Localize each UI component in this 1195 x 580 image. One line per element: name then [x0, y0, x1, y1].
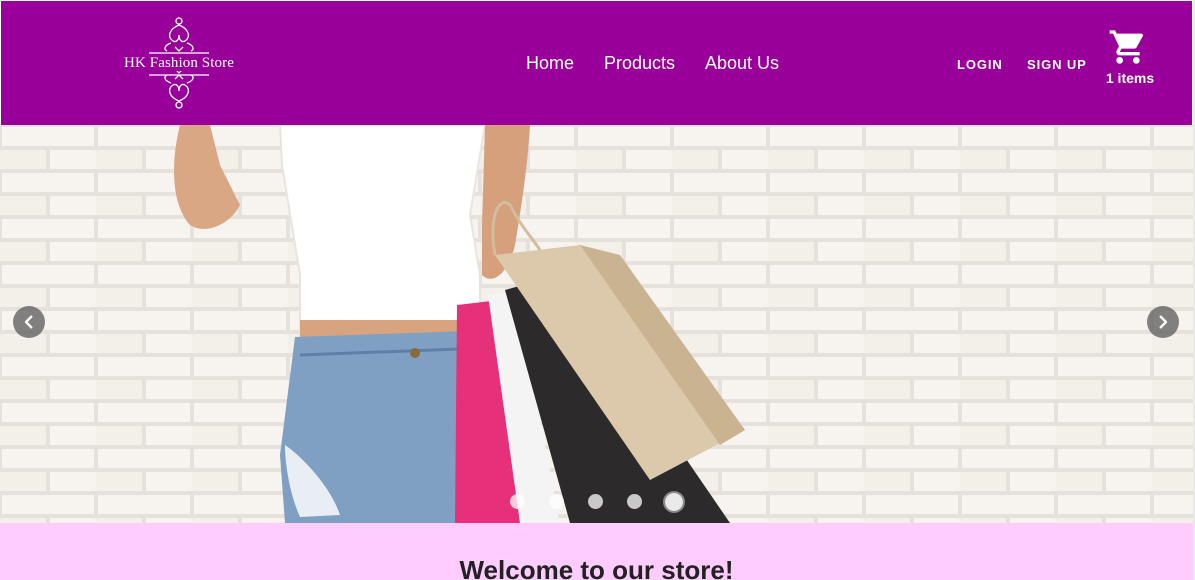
cart-count: 1 items — [1105, 70, 1155, 86]
carousel-dot-active[interactable] — [665, 493, 683, 511]
site-header: HK Fashion Store Home Products About Us … — [1, 1, 1192, 125]
login-button[interactable]: LOGIN — [957, 57, 1003, 72]
chevron-right-icon — [1159, 315, 1168, 329]
nav-about-us[interactable]: About Us — [705, 53, 779, 74]
welcome-section: Welcome to our store! — [0, 523, 1195, 580]
carousel-dot[interactable] — [549, 494, 564, 509]
welcome-title: Welcome to our store! — [459, 555, 734, 580]
carousel-prev-button[interactable] — [13, 306, 45, 338]
logo-text: HK Fashion Store — [109, 55, 249, 71]
carousel-dot[interactable] — [588, 494, 603, 509]
cart-button[interactable]: 1 items — [1103, 27, 1157, 89]
carousel-dot[interactable] — [627, 494, 642, 509]
hero-image — [0, 125, 1193, 523]
carousel-dot[interactable] — [510, 494, 525, 509]
chevron-left-icon — [24, 315, 33, 329]
store-logo[interactable]: HK Fashion Store — [109, 15, 249, 111]
shopping-cart-icon — [1109, 30, 1144, 64]
signup-button[interactable]: SIGN UP — [1027, 57, 1087, 72]
nav-products[interactable]: Products — [604, 53, 675, 74]
carousel-next-button[interactable] — [1147, 306, 1179, 338]
nav-home[interactable]: Home — [526, 53, 574, 74]
hero-carousel[interactable] — [0, 125, 1193, 523]
